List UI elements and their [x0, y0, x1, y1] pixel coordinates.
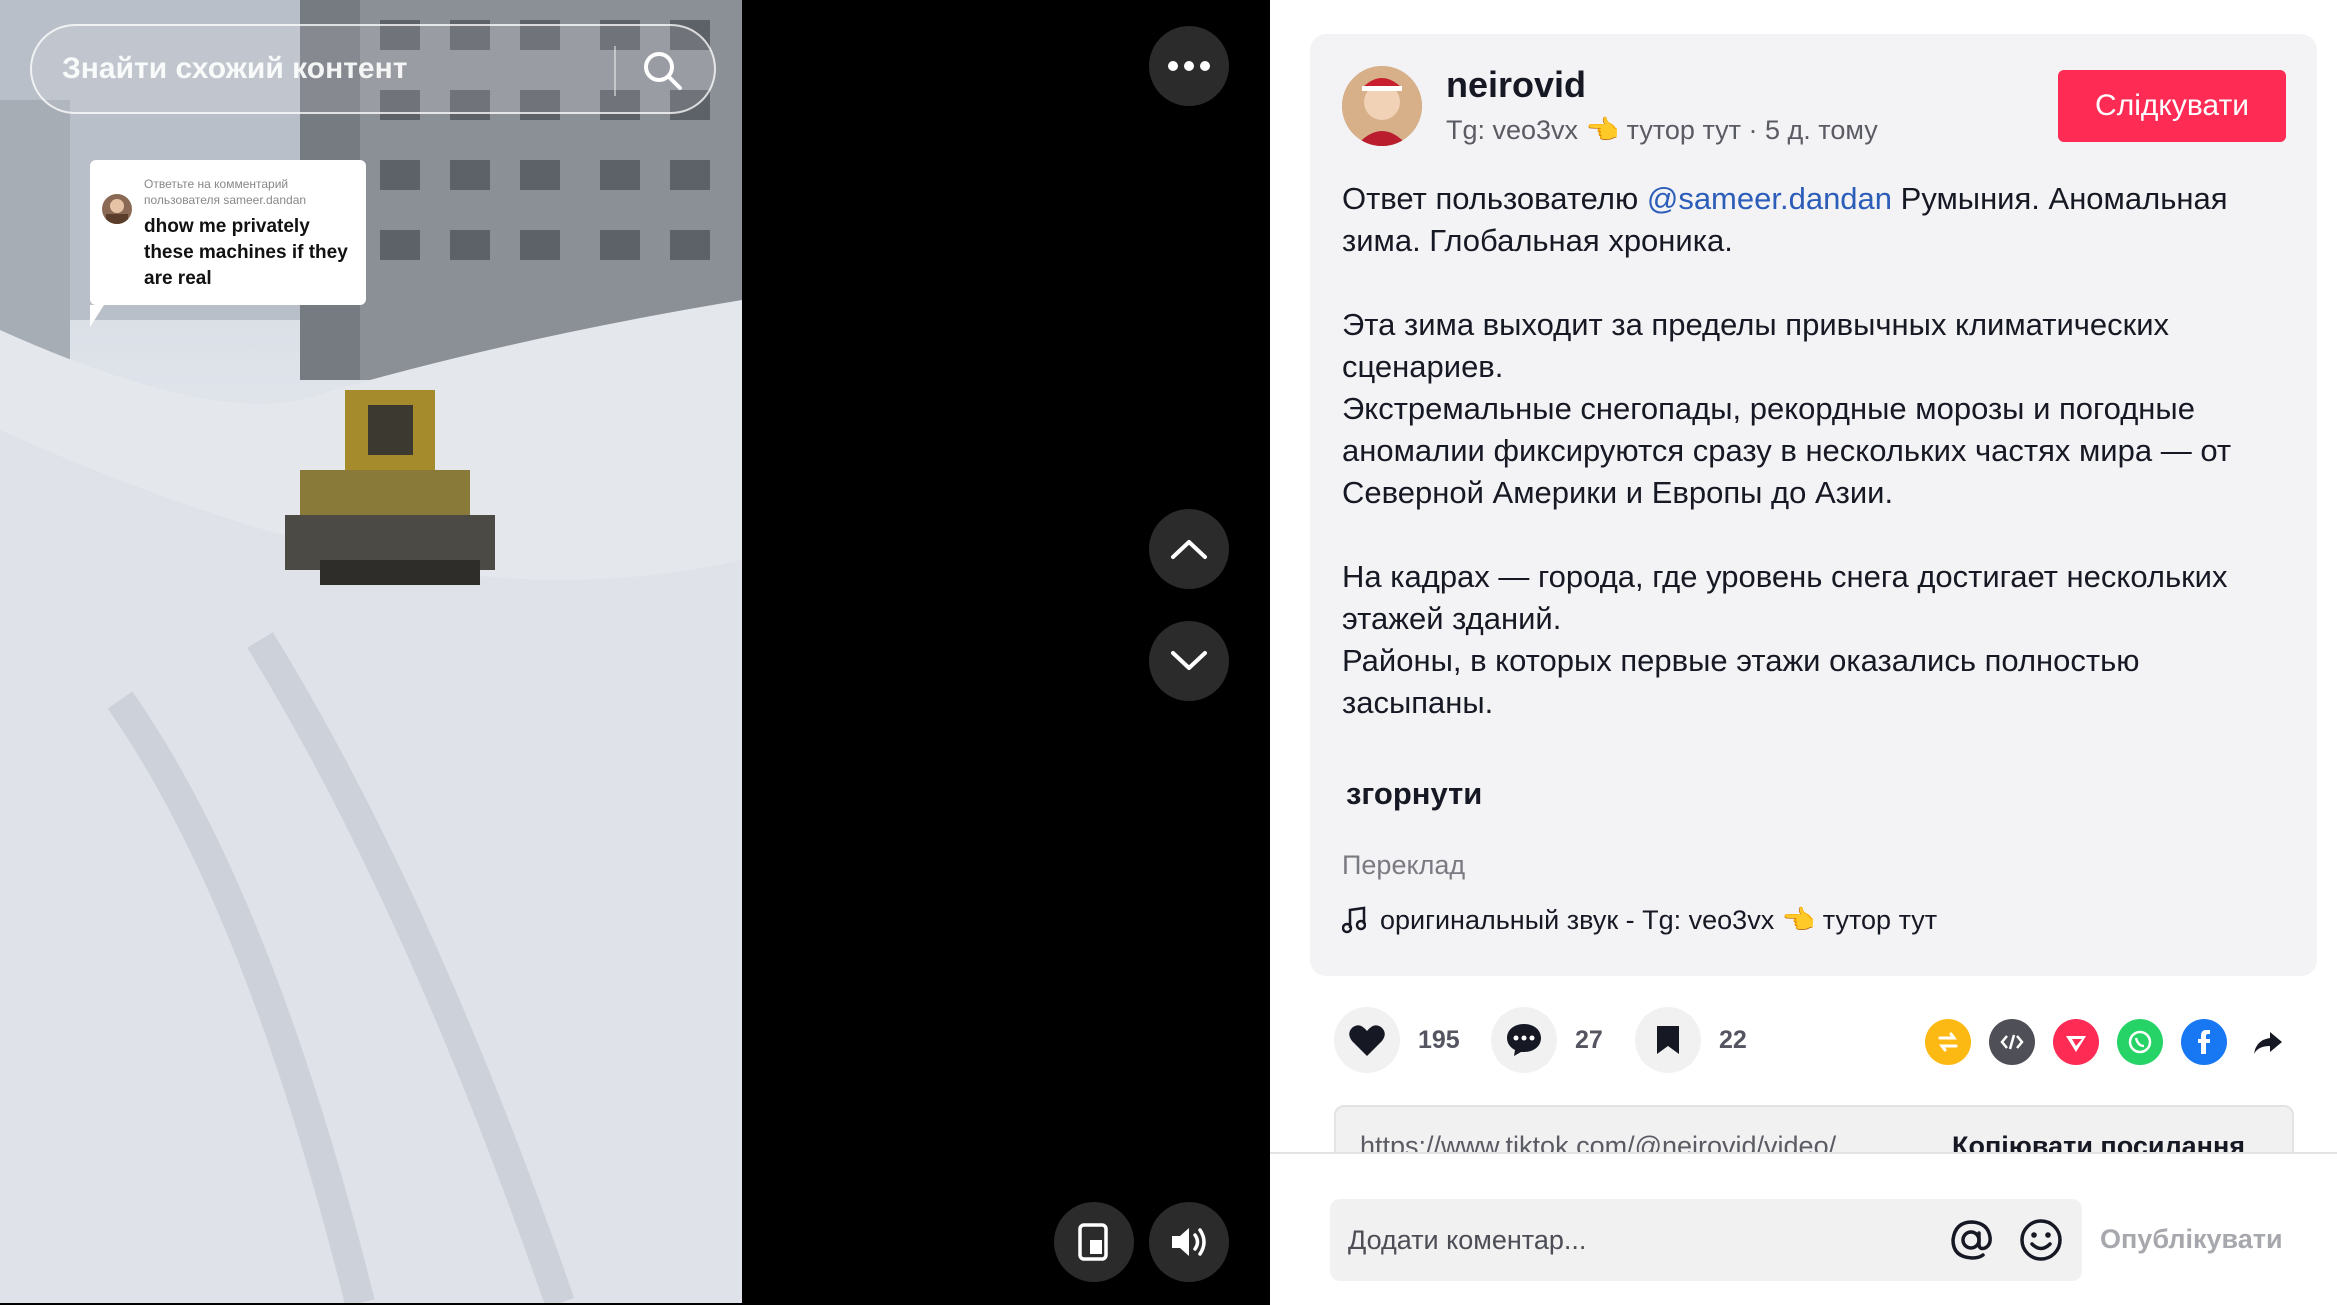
caption-paragraph: На кадрах — города, где уровень снега до…: [1342, 559, 2228, 720]
music-note-icon: [1342, 906, 1366, 934]
post-details-card: neirovid Tg: veo3vx 👈 тутор тут · 5 д. т…: [1310, 34, 2317, 976]
comment-composer: Додати коментар... Опублікувати: [1270, 1152, 2337, 1305]
repost-icon[interactable]: [1925, 1019, 1971, 1065]
follow-button[interactable]: Слідкувати: [2058, 70, 2286, 142]
speaker-icon: [1172, 1228, 1206, 1256]
comment-bubble-icon: [1507, 1024, 1541, 1056]
mention-link[interactable]: @sameer.dandan: [1647, 181, 1892, 216]
mention-at-icon[interactable]: [1946, 1215, 1996, 1265]
post-comment-button[interactable]: Опублікувати: [2100, 1224, 2283, 1255]
reply-text: dhow me privately these machines if they…: [144, 216, 348, 289]
search-input[interactable]: Знайти схожий контент: [62, 52, 407, 86]
video-player[interactable]: Знайти схожий контент Ответьте на коммен…: [0, 0, 1270, 1303]
like-action[interactable]: 195: [1334, 1005, 1460, 1075]
reply-avatar: [102, 194, 132, 224]
previous-video-button[interactable]: [1149, 509, 1229, 589]
caption-paragraph: Эта зима выходит за пределы привычных кл…: [1342, 307, 2232, 510]
like-count: 195: [1418, 1025, 1460, 1054]
emoji-icon[interactable]: [2016, 1215, 2066, 1265]
comment-count: 27: [1575, 1025, 1603, 1054]
similar-content-search[interactable]: Знайти схожий контент: [30, 24, 716, 114]
side-panel: neirovid Tg: veo3vx 👈 тутор тут · 5 д. т…: [1270, 0, 2337, 1305]
mini-player-icon: [1078, 1223, 1108, 1261]
save-action[interactable]: 22: [1635, 1005, 1747, 1075]
heart-icon: [1349, 1025, 1385, 1056]
reply-header: Ответьте на комментарий пользователя sam…: [144, 177, 307, 207]
actions-row: 195 27 22: [1270, 1005, 2337, 1075]
more-dots-icon: [1168, 61, 1210, 71]
caption-prefix: Ответ пользователю: [1342, 181, 1647, 216]
next-video-button[interactable]: [1149, 621, 1229, 701]
chevron-up-icon: [1171, 540, 1207, 559]
author-avatar[interactable]: [1342, 66, 1422, 146]
comment-button[interactable]: [1491, 1007, 1557, 1073]
share-arrow-icon[interactable]: [2245, 1019, 2291, 1065]
comment-input[interactable]: Додати коментар...: [1330, 1199, 2082, 1281]
mini-player-button[interactable]: [1054, 1202, 1134, 1282]
collapse-link[interactable]: згорнути: [1346, 776, 1482, 812]
search-icon[interactable]: [640, 48, 684, 92]
like-button[interactable]: [1334, 1007, 1400, 1073]
facebook-icon[interactable]: [2181, 1019, 2227, 1065]
sound-label: оригинальный звук - Tg: veo3vx 👈 тутор т…: [1380, 905, 1938, 935]
more-options-button[interactable]: [1149, 26, 1229, 106]
author-name[interactable]: neirovid: [1446, 64, 1586, 106]
video-frame[interactable]: Знайти схожий контент Ответьте на коммен…: [0, 0, 742, 1303]
bookmark-icon: [1657, 1026, 1679, 1054]
translate-link[interactable]: Переклад: [1342, 850, 1465, 881]
embed-icon[interactable]: [1989, 1019, 2035, 1065]
search-divider: [614, 46, 616, 96]
chevron-down-icon: [1171, 651, 1207, 670]
volume-button[interactable]: [1149, 1202, 1229, 1282]
reply-comment-card: Ответьте на комментарий пользователя sam…: [90, 160, 366, 327]
comment-placeholder: Додати коментар...: [1348, 1225, 1587, 1255]
sound-link[interactable]: оригинальный звук - Tg: veo3vx 👈 тутор т…: [1342, 904, 1937, 936]
save-count: 22: [1719, 1025, 1747, 1054]
save-button[interactable]: [1635, 1007, 1701, 1073]
author-meta: Tg: veo3vx 👈 тутор тут · 5 д. тому: [1446, 115, 1878, 145]
whatsapp-icon[interactable]: [2117, 1019, 2163, 1065]
comment-action[interactable]: 27: [1491, 1005, 1603, 1075]
post-caption: Ответ пользователю @sameer.dandan Румыни…: [1342, 178, 2292, 778]
telegram-send-icon[interactable]: [2053, 1019, 2099, 1065]
